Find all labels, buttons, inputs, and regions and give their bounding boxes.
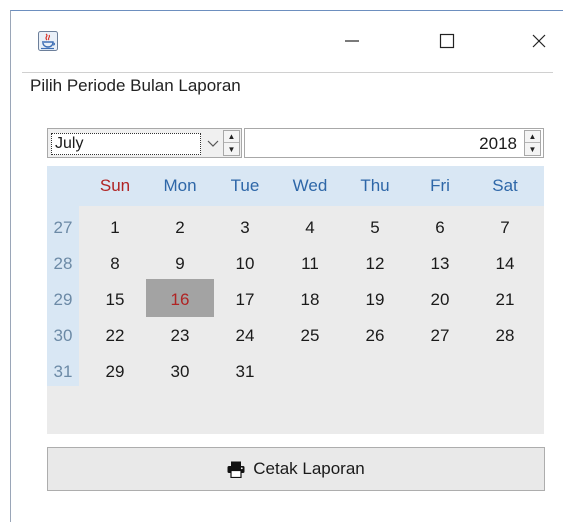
period-legend: Pilih Periode Bulan Laporan xyxy=(30,76,247,96)
calendar-day[interactable]: 2 xyxy=(154,218,206,238)
weekday-label: Thu xyxy=(360,176,390,195)
minimize-icon xyxy=(345,40,359,42)
calendar-day[interactable]: 18 xyxy=(284,290,336,310)
calendar-day[interactable]: 23 xyxy=(154,326,206,346)
printer-icon xyxy=(227,461,245,478)
weekday-label: Wed xyxy=(292,176,328,195)
close-button[interactable] xyxy=(516,25,562,57)
minimize-button[interactable] xyxy=(329,25,375,57)
month-up-icon[interactable]: ▲ xyxy=(224,131,239,143)
calendar-day[interactable]: 21 xyxy=(479,290,531,310)
java-icon xyxy=(38,31,58,51)
calendar-day[interactable]: 22 xyxy=(89,326,141,346)
calendar-day[interactable]: 20 xyxy=(414,290,466,310)
weekday-label: Sat xyxy=(492,176,518,195)
calendar-day[interactable]: 7 xyxy=(479,218,531,238)
calendar-day[interactable]: 30 xyxy=(154,362,206,382)
week-number: 31 xyxy=(53,362,73,381)
month-down-icon[interactable]: ▼ xyxy=(224,143,239,155)
calendar-day[interactable]: 17 xyxy=(219,290,271,310)
calendar-day[interactable]: 27 xyxy=(414,326,466,346)
calendar-day[interactable]: 12 xyxy=(349,254,401,274)
month-spinner[interactable]: ▲ ▼ xyxy=(223,130,240,156)
calendar-day[interactable]: 13 xyxy=(414,254,466,274)
calendar-day[interactable]: 9 xyxy=(154,254,206,274)
calendar-day[interactable]: 10 xyxy=(219,254,271,274)
calendar-day[interactable]: 8 xyxy=(89,254,141,274)
weekday-label: Fri xyxy=(430,176,450,195)
month-value[interactable]: July xyxy=(51,133,201,155)
calendar-day[interactable]: 11 xyxy=(284,254,336,274)
year-spinner-field[interactable]: 2018 ▲ ▼ xyxy=(244,128,544,158)
month-combobox[interactable]: July ▲ ▼ xyxy=(47,128,242,158)
calendar-day[interactable]: 14 xyxy=(479,254,531,274)
title-bar[interactable] xyxy=(11,11,563,71)
calendar-day[interactable]: 25 xyxy=(284,326,336,346)
weekday-label: Sun xyxy=(99,176,131,195)
weekday-label: Mon xyxy=(163,176,197,195)
week-number: 28 xyxy=(53,254,73,273)
week-number: 27 xyxy=(53,218,73,237)
selected-day[interactable]: 16 xyxy=(154,290,206,310)
calendar-day[interactable]: 4 xyxy=(284,218,336,238)
calendar-day[interactable]: 6 xyxy=(414,218,466,238)
week-number: 30 xyxy=(53,326,73,345)
calendar-day[interactable]: 15 xyxy=(89,290,141,310)
calendar-day[interactable]: 31 xyxy=(219,362,271,382)
calendar-day[interactable]: 3 xyxy=(219,218,271,238)
calendar-day[interactable]: 1 xyxy=(89,218,141,238)
calendar-day[interactable]: 19 xyxy=(349,290,401,310)
weekday-header: Sun Mon Tue Wed Thu Fri Sat xyxy=(47,166,544,206)
calendar-grid: Sun Mon Tue Wed Thu Fri Sat 27 1 2 3 4 5 6 7 28 8… xyxy=(47,166,544,434)
year-spinner[interactable]: ▲ ▼ xyxy=(524,130,541,156)
close-icon xyxy=(532,34,546,48)
calendar-day[interactable]: 24 xyxy=(219,326,271,346)
year-value[interactable]: 2018 xyxy=(479,134,517,154)
print-report-button[interactable]: Cetak Laporan xyxy=(47,447,545,491)
year-down-icon[interactable]: ▼ xyxy=(525,143,540,155)
calendar-day[interactable]: 29 xyxy=(89,362,141,382)
print-report-label: Cetak Laporan xyxy=(253,459,365,478)
calendar-day[interactable]: 26 xyxy=(349,326,401,346)
maximize-button[interactable] xyxy=(424,25,470,57)
month-year-selector: July ▲ ▼ 2018 ▲ ▼ xyxy=(47,128,544,158)
calendar-day[interactable]: 5 xyxy=(349,218,401,238)
year-up-icon[interactable]: ▲ xyxy=(525,131,540,143)
week-number: 29 xyxy=(53,290,73,309)
calendar-day[interactable]: 28 xyxy=(479,326,531,346)
chevron-down-icon[interactable] xyxy=(203,133,223,155)
weekday-label: Tue xyxy=(230,176,260,195)
maximize-icon xyxy=(439,33,455,49)
